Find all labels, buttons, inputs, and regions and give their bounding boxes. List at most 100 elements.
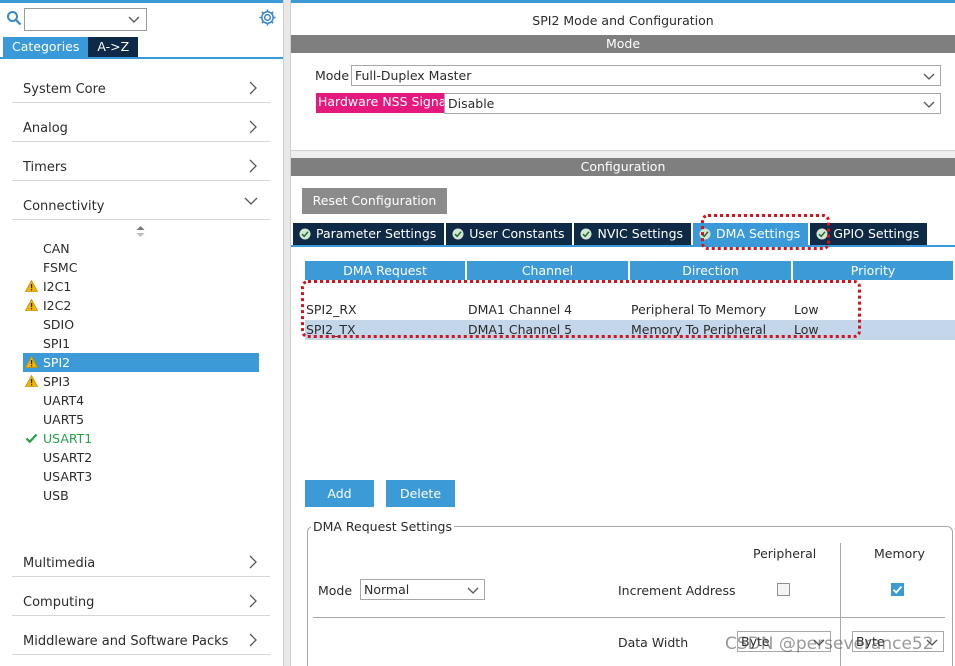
checkmark-icon: [892, 585, 903, 594]
reset-configuration-button[interactable]: Reset Configuration: [302, 188, 447, 214]
annotation-highlight-table: [301, 280, 861, 338]
memory-increment-checkbox[interactable]: [891, 583, 904, 596]
config-panel: SPI2 Mode and Configuration Mode Mode Fu…: [291, 0, 955, 666]
category-multimedia[interactable]: Multimedia: [12, 539, 270, 577]
category-tab-bar: Categories A->Z: [3, 37, 139, 57]
search-icon[interactable]: [6, 10, 22, 26]
peripheral-item-sdio[interactable]: SDIO: [23, 315, 259, 334]
peripheral-increment-checkbox[interactable]: [777, 583, 790, 596]
chevron-down-icon: [923, 73, 935, 80]
tab-user-constants[interactable]: User Constants: [446, 223, 573, 245]
category-label: Multimedia: [23, 556, 96, 571]
tab-label: User Constants: [469, 226, 565, 241]
peripheral-item-usb[interactable]: USB: [23, 486, 259, 505]
category-computing[interactable]: Computing: [12, 578, 270, 616]
column-header-direction[interactable]: Direction: [630, 261, 791, 280]
peripheral-label: I2C2: [43, 298, 72, 313]
dma-request-settings-title: DMA Request Settings: [311, 519, 454, 534]
memory-column-header: Memory: [874, 546, 925, 561]
add-button[interactable]: Add: [305, 480, 374, 507]
peripheral-label: USART1: [43, 431, 93, 446]
category-timers[interactable]: Timers: [12, 143, 270, 181]
hardware-nss-select[interactable]: Disable: [444, 93, 941, 114]
configuration-tab-bar: Parameter Settings User Constants NVIC S…: [293, 223, 929, 245]
tab-underline: [0, 57, 283, 59]
peripheral-label: SPI1: [43, 336, 71, 351]
dma-mode-select[interactable]: Normal: [360, 579, 485, 600]
peripheral-label: I2C1: [43, 279, 72, 294]
mode-label: Mode: [315, 68, 350, 83]
sort-icon[interactable]: [136, 226, 145, 237]
peripheral-item-spi2[interactable]: SPI2: [23, 353, 259, 372]
configuration-section-header: Configuration: [291, 158, 955, 176]
chevron-right-icon: [249, 594, 257, 608]
panel-splitter[interactable]: [283, 0, 291, 666]
peripheral-item-spi3[interactable]: SPI3: [23, 372, 259, 391]
page-title: SPI2 Mode and Configuration: [532, 13, 714, 28]
check-circle-icon: [580, 228, 592, 240]
tab-label: Parameter Settings: [316, 226, 437, 241]
peripheral-column-header: Peripheral: [753, 546, 817, 561]
column-header-channel[interactable]: Channel: [467, 261, 628, 280]
mode-select[interactable]: Full-Duplex Master: [351, 65, 941, 86]
peripheral-item-uart4[interactable]: UART4: [23, 391, 259, 410]
category-system-core[interactable]: System Core: [12, 65, 270, 103]
warning-icon: [25, 280, 38, 292]
warning-icon: [25, 356, 38, 368]
tab-nvic-settings[interactable]: NVIC Settings: [574, 223, 692, 245]
peripheral-label: UART5: [43, 412, 85, 427]
peripheral-label: SPI2: [43, 355, 71, 370]
categories-panel: Categories A->Z System Core Analog Timer…: [0, 0, 283, 666]
category-label: Middleware and Software Packs: [23, 634, 229, 649]
category-analog[interactable]: Analog: [12, 104, 270, 142]
peripheral-item-can[interactable]: CAN: [23, 239, 259, 258]
gear-icon[interactable]: [258, 8, 277, 27]
category-label: Computing: [23, 595, 95, 610]
category-label: Analog: [23, 121, 68, 136]
peripheral-label: FSMC: [43, 260, 78, 275]
category-middleware[interactable]: Middleware and Software Packs: [12, 617, 270, 655]
peripheral-label: CAN: [43, 241, 70, 256]
delete-button[interactable]: Delete: [386, 480, 455, 507]
peripheral-item-i2c2[interactable]: I2C2: [23, 296, 259, 315]
check-circle-icon: [299, 228, 311, 240]
chevron-right-icon: [249, 120, 257, 134]
peripheral-item-uart5[interactable]: UART5: [23, 410, 259, 429]
tab-categories[interactable]: Categories: [3, 37, 89, 57]
column-header-dma-request[interactable]: DMA Request: [305, 261, 465, 280]
chevron-right-icon: [249, 633, 257, 647]
peripheral-item-usart3[interactable]: USART3: [23, 467, 259, 486]
peripheral-item-usart2[interactable]: USART2: [23, 448, 259, 467]
chevron-down-icon[interactable]: [128, 13, 140, 25]
watermark: CSDN @perseverance52: [725, 634, 934, 654]
chevron-right-icon: [249, 159, 257, 173]
tab-a-to-z[interactable]: A->Z: [88, 37, 139, 57]
peripheral-item-usart1[interactable]: USART1: [23, 429, 259, 448]
peripheral-item-spi1[interactable]: SPI1: [23, 334, 259, 353]
dma-mode-label: Mode: [318, 583, 353, 598]
search-input[interactable]: [24, 8, 147, 31]
section-gap: [291, 151, 955, 158]
hardware-nss-label: Hardware NSS Signal: [316, 93, 452, 113]
table-header-row: DMA Request Channel Direction Priority: [305, 261, 955, 280]
check-circle-icon: [452, 228, 464, 240]
peripheral-label: USART3: [43, 469, 93, 484]
increment-address-label: Increment Address: [618, 583, 736, 598]
peripheral-label: SPI3: [43, 374, 71, 389]
peripheral-item-fsmc[interactable]: FSMC: [23, 258, 259, 277]
peripheral-label: UART4: [43, 393, 85, 408]
peripheral-item-i2c1[interactable]: I2C1: [23, 277, 259, 296]
category-label: System Core: [23, 82, 106, 97]
chevron-down-icon: [244, 197, 258, 205]
chevron-down-icon: [467, 587, 479, 594]
data-width-label: Data Width: [618, 635, 689, 650]
warning-icon: [25, 299, 38, 311]
mode-select-value: Full-Duplex Master: [355, 68, 472, 83]
tab-label: GPIO Settings: [833, 226, 920, 241]
warning-icon: [25, 375, 38, 387]
category-connectivity[interactable]: Connectivity: [12, 182, 270, 220]
column-header-priority[interactable]: Priority: [793, 261, 953, 280]
tab-parameter-settings[interactable]: Parameter Settings: [293, 223, 445, 245]
annotation-highlight-dma-tab: [701, 214, 830, 250]
chevron-right-icon: [249, 555, 257, 569]
